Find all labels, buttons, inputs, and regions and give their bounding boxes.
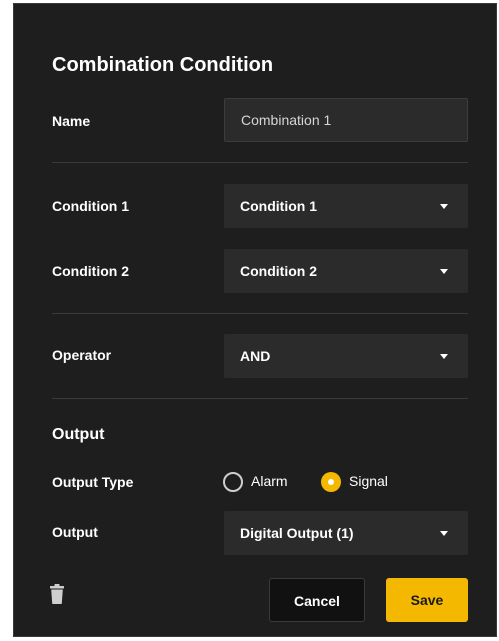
combination-condition-dialog: Combination Condition Name Combination 1… <box>13 3 497 637</box>
output-type-label: Output Type <box>52 474 134 490</box>
radio-alarm[interactable]: Alarm <box>223 472 313 496</box>
name-input[interactable]: Combination 1 <box>224 98 468 142</box>
condition-2-select[interactable]: Condition 2 <box>224 249 468 293</box>
condition-2-label: Condition 2 <box>52 263 129 279</box>
operator-select[interactable]: AND <box>224 334 468 378</box>
condition-1-value: Condition 1 <box>240 198 317 214</box>
radio-checked-icon <box>321 472 341 492</box>
cancel-button[interactable]: Cancel <box>269 578 365 622</box>
operator-label: Operator <box>52 347 112 363</box>
chevron-down-icon <box>440 269 448 274</box>
radio-signal[interactable]: Signal <box>321 472 411 496</box>
output-value: Digital Output (1) <box>240 525 354 541</box>
chevron-down-icon <box>440 531 448 536</box>
condition-1-label: Condition 1 <box>52 198 129 214</box>
output-section-title: Output <box>52 426 105 443</box>
condition-1-select[interactable]: Condition 1 <box>224 184 468 228</box>
save-button[interactable]: Save <box>386 578 468 622</box>
chevron-down-icon <box>440 204 448 209</box>
radio-signal-label: Signal <box>349 473 388 489</box>
operator-value: AND <box>240 348 271 364</box>
trash-icon[interactable] <box>50 584 64 604</box>
radio-unchecked-icon <box>223 472 243 492</box>
name-label: Name <box>52 113 91 129</box>
divider <box>52 398 468 399</box>
radio-alarm-label: Alarm <box>251 473 288 489</box>
divider <box>52 313 468 314</box>
dialog-title: Combination Condition <box>52 54 274 76</box>
output-select[interactable]: Digital Output (1) <box>224 511 468 555</box>
condition-2-value: Condition 2 <box>240 263 317 279</box>
divider <box>52 162 468 163</box>
chevron-down-icon <box>440 354 448 359</box>
output-label: Output <box>52 524 98 540</box>
